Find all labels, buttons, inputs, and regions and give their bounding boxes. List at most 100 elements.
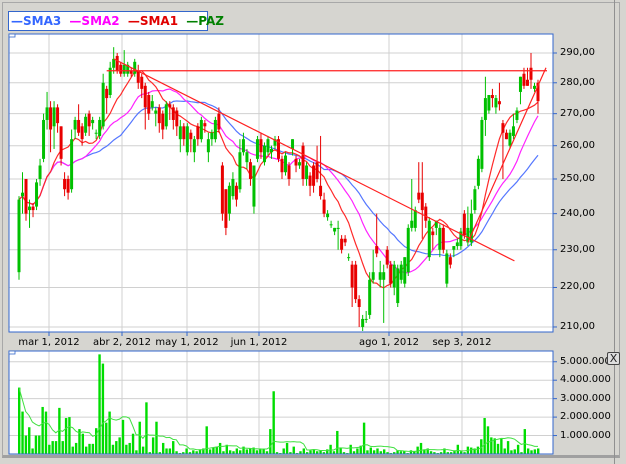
volume-bar — [506, 441, 510, 454]
volume-bar — [470, 447, 473, 454]
candle-body — [231, 178, 235, 197]
candle-body — [101, 82, 105, 127]
volume-bar — [362, 422, 366, 454]
volume-bar — [496, 443, 500, 454]
candle-body — [91, 119, 95, 124]
candle-body — [417, 192, 421, 200]
volume-bar — [249, 448, 252, 454]
volume-bar — [38, 435, 41, 454]
candle-body — [329, 224, 333, 226]
candle-body — [494, 98, 498, 108]
candle-body — [403, 257, 407, 284]
candle-body — [291, 139, 295, 149]
candle-body — [322, 199, 326, 214]
price-tick-label: 270,00 — [560, 107, 595, 119]
candle-body — [77, 119, 81, 133]
candle-body — [17, 199, 21, 273]
candle-body — [326, 213, 330, 218]
candle-body — [532, 85, 536, 89]
volume-bar — [91, 443, 95, 454]
date-tick-label: ago 1, 2012 — [359, 337, 419, 348]
candlestick — [84, 113, 88, 136]
candle-body — [196, 126, 200, 140]
candlestick — [255, 135, 259, 163]
candle-body — [361, 318, 365, 327]
volume-bar — [98, 354, 101, 454]
candlestick — [354, 260, 358, 304]
volume-bar — [516, 444, 520, 454]
candlestick — [389, 260, 393, 288]
candle-body — [497, 101, 501, 105]
volume-bar — [165, 448, 168, 454]
candle-body — [350, 264, 354, 288]
candle-body — [347, 257, 351, 259]
volume-bar — [34, 435, 38, 454]
volume-bar — [41, 406, 44, 454]
price-panel-handle — [8, 33, 16, 38]
volume-bar — [18, 387, 21, 454]
volume-bar — [537, 448, 540, 454]
candle-body — [357, 299, 361, 307]
volume-bar — [208, 449, 212, 454]
candle-body — [259, 139, 263, 153]
candle-body — [108, 67, 112, 95]
candle-body — [525, 79, 529, 86]
volume-bar — [101, 363, 105, 454]
candlestick — [396, 264, 400, 307]
candle-body — [508, 132, 512, 146]
candle-body — [413, 210, 417, 228]
candle-body — [452, 246, 456, 250]
volume-bar — [141, 446, 145, 454]
close-volume-panel-button[interactable]: X — [607, 352, 620, 365]
volume-bar — [336, 430, 339, 454]
candle-body — [31, 206, 35, 211]
candle-body — [59, 126, 63, 159]
candle-body — [45, 107, 49, 120]
candle-body — [480, 119, 484, 169]
volume-bar — [255, 450, 259, 454]
volume-bar — [54, 441, 58, 454]
candlestick — [252, 165, 256, 214]
volume-bar — [486, 426, 490, 454]
date-tick-label: sep 3, 2012 — [432, 337, 492, 348]
candle-body — [206, 139, 210, 153]
charts-canvas[interactable] — [0, 0, 626, 464]
candlestick — [277, 135, 280, 163]
volume-bar — [84, 446, 88, 454]
candle-body — [262, 145, 266, 163]
candle-body — [308, 175, 312, 186]
candle-body — [354, 264, 358, 300]
date-tick-label: may 1, 2012 — [155, 337, 219, 348]
candle-body — [119, 64, 123, 74]
candle-body — [340, 238, 344, 250]
candlestick — [441, 224, 445, 254]
candle-body — [378, 272, 382, 280]
volume-bar — [483, 418, 486, 454]
volume-bar — [74, 442, 78, 454]
candle-body — [445, 253, 449, 284]
candle-body — [52, 107, 56, 127]
volume-bar — [128, 442, 131, 454]
candle-body — [392, 264, 396, 288]
price-tick-label: 210,00 — [560, 320, 595, 332]
candle-body — [24, 178, 28, 214]
candle-body — [38, 165, 42, 179]
volume-bar — [31, 448, 34, 454]
volume-bar — [372, 450, 376, 454]
candlestick — [164, 101, 168, 130]
volume-bar — [145, 402, 148, 454]
volume-bar — [125, 444, 128, 454]
candle-body — [522, 73, 526, 86]
candle-body — [483, 98, 487, 120]
volume-bar — [21, 411, 24, 454]
candle-body — [150, 101, 154, 108]
candle-body — [396, 268, 400, 304]
volume-bar — [490, 437, 493, 454]
candlestick — [199, 116, 203, 143]
candle-body — [49, 107, 53, 130]
volume-bar — [312, 449, 316, 454]
candle-body — [280, 158, 284, 173]
volume-bar — [272, 391, 275, 454]
candle-body — [35, 182, 39, 207]
candle-body — [284, 155, 288, 173]
